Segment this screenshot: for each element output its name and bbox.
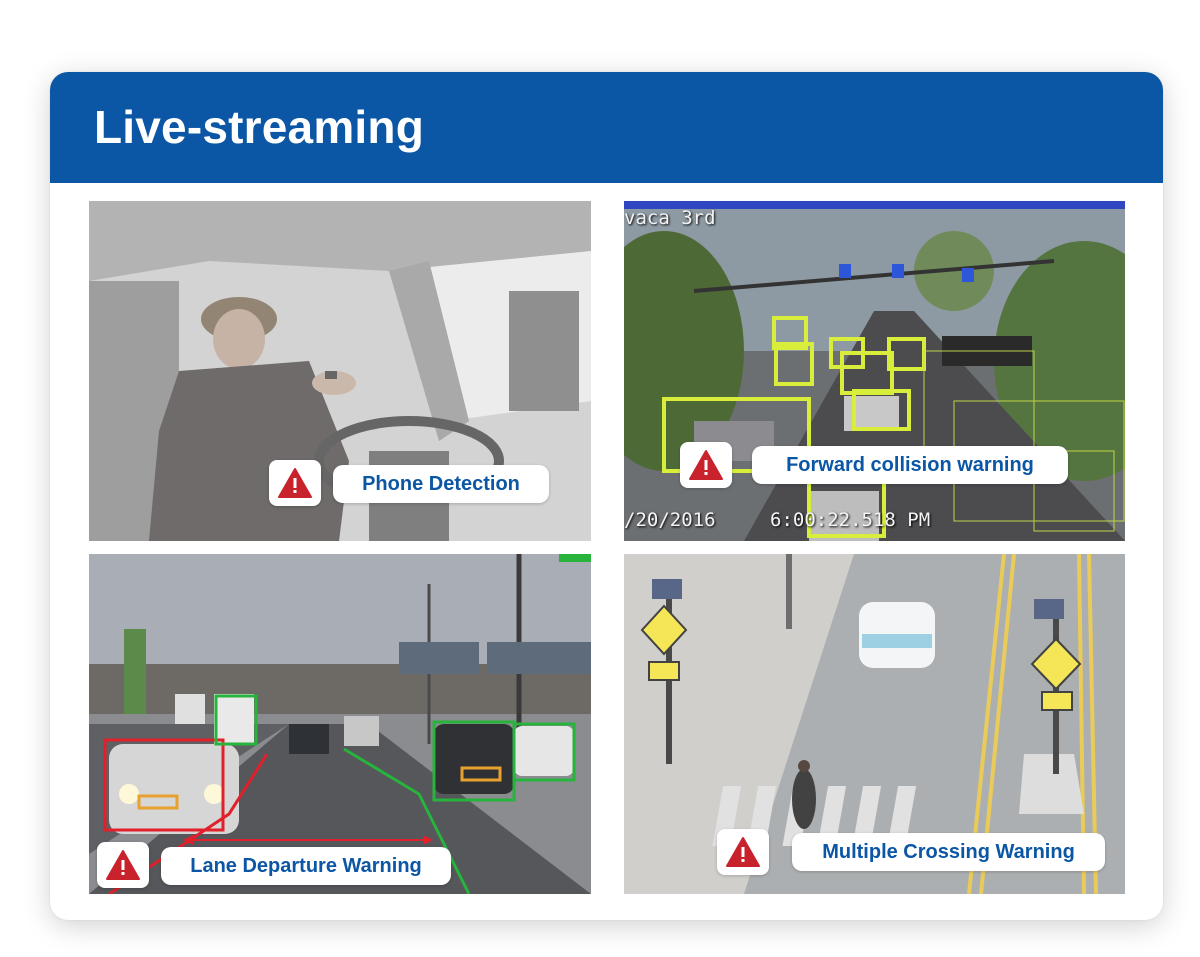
camera-time-overlay: 6:00:22.518 PM — [770, 509, 931, 531]
warning-triangle-icon — [278, 468, 312, 498]
phone-alert-badge — [269, 460, 321, 506]
collision-alert-badge — [680, 442, 732, 488]
forward-collision-panel[interactable]: vaca 3rd /20/2016 6:00:22.518 PM Forward… — [624, 201, 1125, 541]
warning-triangle-icon — [726, 837, 760, 867]
traffic-camera-image — [624, 201, 1125, 541]
crossing-alert-badge — [717, 829, 769, 875]
phone-detection-label: Phone Detection — [333, 465, 549, 503]
lane-departure-label: Lane Departure Warning — [161, 847, 451, 885]
camera-street-overlay: vaca 3rd — [624, 207, 716, 229]
page-title: Live-streaming — [94, 101, 425, 153]
warning-triangle-icon — [689, 450, 723, 480]
phone-detection-panel[interactable]: Phone Detection — [89, 201, 591, 541]
live-streaming-card: Live-streaming Phone Detection vaca 3rd … — [50, 72, 1163, 920]
multiple-crossing-panel[interactable]: Multiple Crossing Warning — [624, 554, 1125, 894]
card-header: Live-streaming — [50, 72, 1163, 183]
lane-departure-panel[interactable]: Lane Departure Warning — [89, 554, 591, 894]
forward-collision-label: Forward collision warning — [752, 446, 1068, 484]
lane-alert-badge — [97, 842, 149, 888]
camera-date-overlay: /20/2016 — [624, 509, 716, 531]
warning-triangle-icon — [106, 850, 140, 880]
highway-image — [89, 554, 591, 894]
multiple-crossing-label: Multiple Crossing Warning — [792, 833, 1105, 871]
